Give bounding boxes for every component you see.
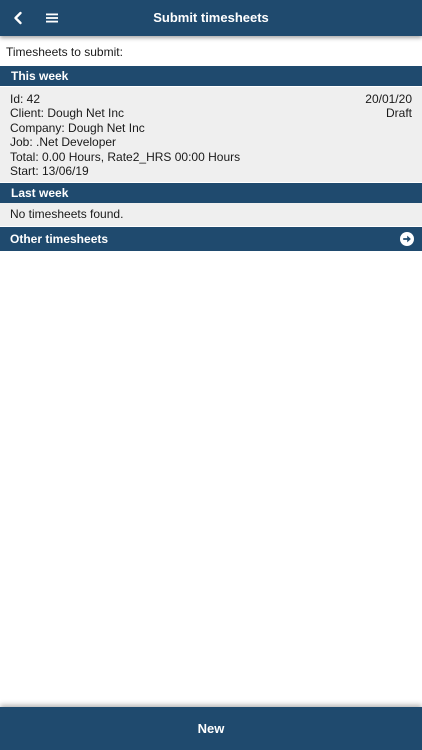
arrow-right-circle-icon bbox=[400, 232, 414, 246]
section-header-this-week: This week bbox=[0, 66, 422, 86]
new-timesheet-button[interactable]: New bbox=[0, 707, 422, 750]
last-week-empty-message: No timesheets found. bbox=[0, 203, 422, 226]
timesheet-card[interactable]: Id: 42 20/01/20 Client: Dough Net Inc Dr… bbox=[0, 87, 422, 182]
menu-button[interactable] bbox=[40, 4, 64, 32]
intro-text: Timesheets to submit: bbox=[6, 45, 123, 59]
timesheet-client: Client: Dough Net Inc bbox=[10, 106, 125, 121]
timesheet-job: Job: .Net Developer bbox=[10, 135, 117, 150]
timesheet-total: Total: 0.00 Hours, Rate2_HRS 00:00 Hours bbox=[10, 149, 241, 164]
chevron-left-icon bbox=[14, 11, 22, 25]
timesheet-date: 20/01/20 bbox=[365, 92, 412, 106]
timesheet-start: Start: 13/06/19 bbox=[10, 164, 89, 179]
top-app-bar: Submit timesheets bbox=[0, 0, 422, 36]
bottom-action-bar: New bbox=[0, 707, 422, 750]
other-timesheets-link[interactable]: Other timesheets bbox=[0, 227, 422, 251]
section-header-last-week: Last week bbox=[0, 183, 422, 203]
hamburger-menu-icon bbox=[46, 13, 58, 23]
timesheet-id: Id: 42 bbox=[10, 92, 41, 106]
back-button[interactable] bbox=[6, 4, 30, 32]
timesheet-company: Company: Dough Net Inc bbox=[10, 120, 145, 135]
other-timesheets-label: Other timesheets bbox=[10, 232, 109, 246]
timesheet-status: Draft bbox=[385, 106, 412, 121]
